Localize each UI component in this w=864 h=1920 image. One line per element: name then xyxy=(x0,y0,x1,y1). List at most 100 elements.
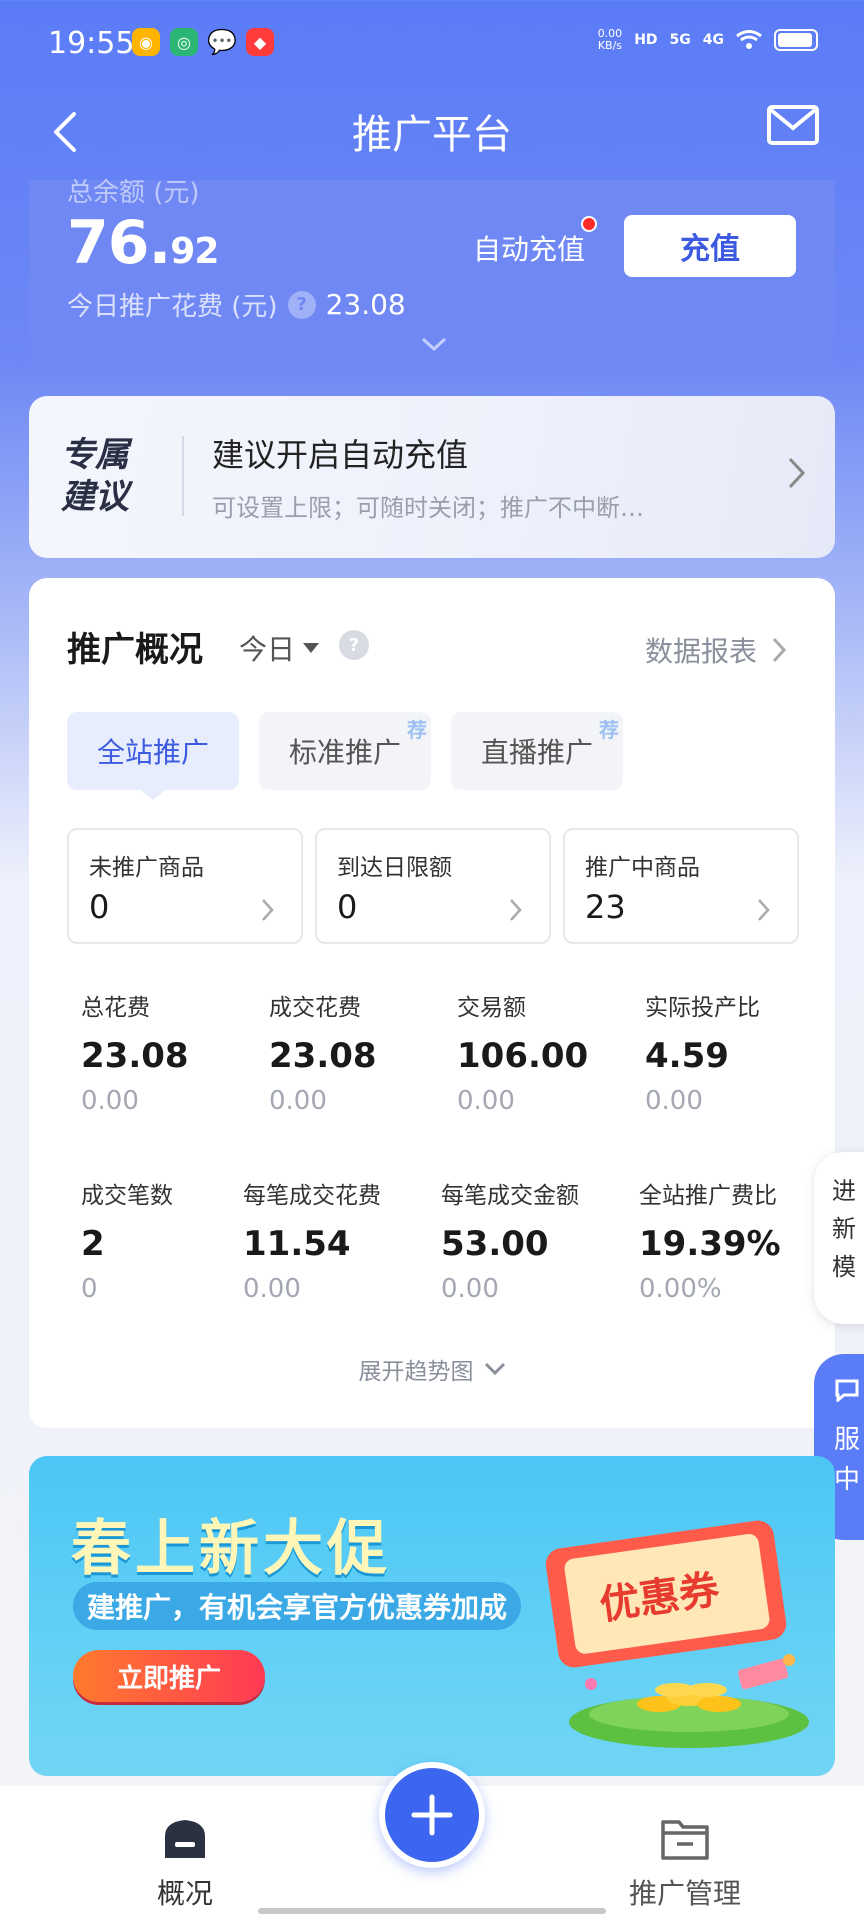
chevron-right-icon xyxy=(758,899,770,921)
battery-icon xyxy=(774,29,818,51)
metric-roi: 实际投产比 4.59 0.00 xyxy=(645,988,821,1176)
help-icon[interactable]: ? xyxy=(287,290,316,319)
status-indicators: 0.00 KB/s HD 5G 4G xyxy=(598,28,818,52)
divider xyxy=(182,436,184,516)
help-icon[interactable]: ? xyxy=(339,630,369,660)
date-label: 今日 xyxy=(239,633,296,666)
metric-value: 19.39% xyxy=(639,1224,781,1264)
today-spend-label: 今日推广花费 (元) xyxy=(67,292,278,322)
metric-label: 成交笔数 xyxy=(81,1183,173,1209)
caret-down-icon xyxy=(303,643,320,653)
weibo-icon: ◉ xyxy=(132,28,160,56)
service-center-label: 服中 xyxy=(834,1425,861,1495)
chevron-right-icon xyxy=(262,899,274,921)
stat-value: 23 xyxy=(585,888,626,926)
wifi-icon xyxy=(736,30,762,49)
metric-label: 交易额 xyxy=(457,995,526,1021)
metric-cost-per-deal: 每笔成交花费 11.54 0.00 xyxy=(243,1176,441,1364)
data-report-label: 数据报表 xyxy=(644,635,757,668)
auto-recharge-suggestion[interactable]: 专属 建议 建议开启自动充值 可设置上限；可随时关闭；推广不中断… xyxy=(29,396,835,558)
metric-value: 23.08 xyxy=(81,1036,189,1076)
metric-deal-cost: 成交花费 23.08 0.00 xyxy=(269,988,457,1176)
promoting-products-box[interactable]: 推广中商品 23 xyxy=(563,828,799,944)
date-selector[interactable]: 今日 xyxy=(239,628,320,668)
metric-compare: 0.00 xyxy=(269,1086,327,1116)
promotion-overview-card: 推广概况 今日 ? 数据报表 全站推广 标准推广 荐 直播推广 荐 未推广商品 … xyxy=(29,578,835,1428)
metric-value: 106.00 xyxy=(457,1036,589,1076)
net-speed: 0.00 KB/s xyxy=(597,27,623,52)
metric-promo-cost-ratio: 全站推广费比 19.39% 0.00% xyxy=(639,1176,821,1364)
stat-label: 未推广商品 xyxy=(89,855,204,881)
data-report-link[interactable]: 数据报表 xyxy=(645,630,787,670)
metrics-row: 总花费 23.08 0.00 成交花费 23.08 0.00 交易额 106.0… xyxy=(81,988,821,1176)
notification-dot xyxy=(581,216,597,232)
chat-icon xyxy=(835,1379,859,1404)
tab-overview[interactable]: 概况 xyxy=(140,1816,230,1912)
status-bar: 19:55 ◉ ◎ 💬 ◆ 0.00 KB/s HD 5G 4G xyxy=(0,0,864,86)
mail-icon xyxy=(767,105,819,145)
metric-label: 全站推广费比 xyxy=(639,1183,777,1209)
tab-standard[interactable]: 标准推广 荐 xyxy=(259,712,431,790)
expand-trend-button[interactable]: 展开趋势图 xyxy=(29,1352,835,1386)
add-button[interactable] xyxy=(379,1762,485,1868)
daily-limit-reached-box[interactable]: 到达日限额 0 xyxy=(315,828,551,944)
metric-label: 实际投产比 xyxy=(645,995,760,1021)
signal-4g-icon: 4G xyxy=(702,32,724,48)
side-float-new-mode[interactable]: 进新模 xyxy=(814,1152,864,1324)
unpromoted-products-box[interactable]: 未推广商品 0 xyxy=(67,828,303,944)
metric-value: 4.59 xyxy=(645,1036,729,1076)
metric-value: 11.54 xyxy=(243,1224,351,1264)
expand-trend-label: 展开趋势图 xyxy=(358,1359,474,1385)
chevron-down-icon[interactable] xyxy=(420,336,448,352)
metric-gmv: 交易额 106.00 0.00 xyxy=(457,988,645,1176)
notification-icons: ◉ ◎ 💬 ◆ xyxy=(132,28,274,56)
suggestion-subtitle: 可设置上限；可随时关闭；推广不中断… xyxy=(212,494,644,522)
chevron-down-icon xyxy=(484,1362,505,1376)
metric-deal-count: 成交笔数 2 0 xyxy=(81,1176,243,1364)
recharge-button[interactable]: 充值 xyxy=(624,215,796,277)
status-time: 19:55 xyxy=(48,26,135,61)
coupon-illustration: 优惠券 xyxy=(545,1520,809,1748)
promo-banner[interactable]: 春上新大促 建推广，有机会享官方优惠券加成 立即推广 优惠券 xyxy=(29,1456,835,1776)
message-icon: 💬 xyxy=(207,28,237,56)
hd-icon: HD xyxy=(634,32,658,48)
plus-icon xyxy=(411,1794,453,1836)
chevron-right-icon xyxy=(772,637,787,663)
tab-live[interactable]: 直播推广 荐 xyxy=(451,712,623,790)
metric-compare: 0.00 xyxy=(81,1086,139,1116)
signal-5g-icon: 5G xyxy=(669,32,691,48)
recommend-badge: 荐 xyxy=(407,718,427,742)
stat-value: 0 xyxy=(337,888,358,926)
badge-line2: 建议 xyxy=(61,477,129,517)
tab-site-wide[interactable]: 全站推广 xyxy=(67,712,239,800)
recommend-badge: 荐 xyxy=(599,718,619,742)
promo-title: 春上新大促 xyxy=(71,1514,391,1584)
metric-compare: 0.00 xyxy=(243,1274,301,1304)
tab-promotion-manage[interactable]: 推广管理 xyxy=(610,1816,760,1912)
metric-value: 53.00 xyxy=(441,1224,549,1264)
tab-manage-label: 推广管理 xyxy=(628,1877,741,1910)
metric-compare: 0.00 xyxy=(457,1086,515,1116)
metrics-grid: 总花费 23.08 0.00 成交花费 23.08 0.00 交易额 106.0… xyxy=(81,988,821,1364)
metric-value: 2 xyxy=(81,1224,105,1264)
stat-label: 到达日限额 xyxy=(337,855,452,881)
balance-label: 总余额 (元) xyxy=(67,178,200,208)
app-icon: ◎ xyxy=(170,28,198,56)
balance-amount-int: 76. xyxy=(67,208,171,278)
folder-icon xyxy=(661,1820,709,1860)
promote-now-button[interactable]: 立即推广 xyxy=(73,1650,265,1702)
stat-label: 推广中商品 xyxy=(585,855,700,881)
auto-recharge-link[interactable]: 自动充值 xyxy=(473,228,585,268)
mail-button[interactable] xyxy=(766,104,826,154)
exclusive-suggestion-badge: 专属 建议 xyxy=(61,434,171,524)
metric-label: 每笔成交花费 xyxy=(243,1183,381,1209)
stat-value: 0 xyxy=(89,888,110,926)
app-red-icon: ◆ xyxy=(246,28,274,56)
tab-label: 全站推广 xyxy=(96,736,209,769)
metric-total-cost: 总花费 23.08 0.00 xyxy=(81,988,269,1176)
home-indicator[interactable] xyxy=(258,1908,606,1914)
promo-subtitle: 建推广，有机会享官方优惠券加成 xyxy=(73,1582,522,1630)
page-title: 推广平台 xyxy=(352,112,512,158)
tab-overview-label: 概况 xyxy=(156,1877,213,1910)
tab-label: 直播推广 xyxy=(480,736,593,769)
